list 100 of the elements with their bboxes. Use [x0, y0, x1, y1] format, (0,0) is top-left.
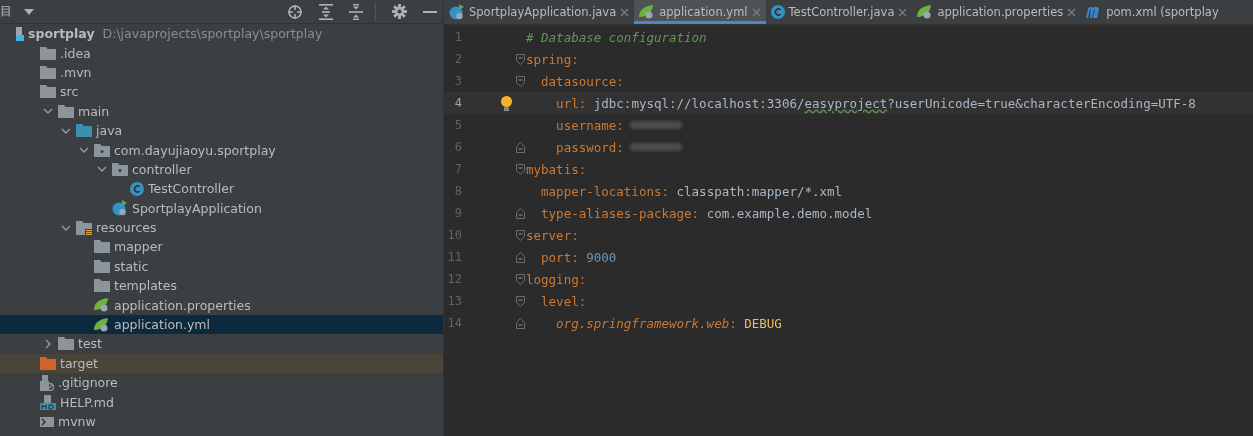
item-name: resources: [96, 220, 157, 236]
class-icon: [770, 5, 785, 19]
tree-item[interactable]: application.yml: [0, 314, 443, 335]
spring-leaf-icon: [917, 5, 934, 19]
markdown-file-icon: [40, 394, 56, 410]
folder-icon: [94, 279, 110, 293]
fold-end-icon[interactable]: [515, 141, 525, 153]
line-number: 6: [453, 140, 462, 154]
folder-icon: [94, 259, 110, 273]
line-number: 5: [453, 118, 462, 132]
fold-end-icon[interactable]: [515, 251, 525, 263]
tree-item[interactable]: src: [0, 82, 443, 102]
line-number: 3: [453, 74, 462, 88]
code-line: server:: [526, 227, 579, 243]
line-number: 7: [453, 162, 462, 176]
item-name: java: [96, 123, 123, 139]
item-path: D:\javaprojects\sportplay\sportplay: [102, 26, 323, 42]
editor-tab[interactable]: pom.xml (sportplay: [1081, 0, 1224, 24]
dropdown-caret-icon[interactable]: [24, 8, 34, 15]
editor-tab[interactable]: SportplayApplication.java: [444, 0, 635, 24]
fold-start-icon[interactable]: [515, 163, 525, 175]
collapse-all-icon[interactable]: [349, 3, 363, 20]
item-name: .gitignore: [58, 375, 118, 391]
close-icon[interactable]: [620, 7, 630, 17]
panel-title: 目: [0, 3, 12, 20]
item-name: .mvn: [60, 64, 92, 80]
spring-leaf-icon: [639, 5, 656, 19]
item-name: test: [78, 336, 102, 352]
tree-item[interactable]: .gitignore: [0, 373, 443, 393]
code-line: spring:: [526, 51, 579, 67]
tree-item[interactable]: static: [0, 256, 443, 277]
code-line: username:: [555, 117, 624, 133]
script-file-icon: [40, 416, 54, 427]
package-icon: [94, 143, 110, 157]
folder-icon: [58, 104, 74, 118]
folder-icon: [76, 124, 92, 138]
minimize-icon[interactable]: [423, 10, 437, 13]
item-name: controller: [132, 161, 192, 177]
item-name: sportplay: [28, 26, 95, 42]
tree-item[interactable]: .idea: [0, 43, 443, 63]
item-name: main: [78, 103, 110, 119]
close-icon[interactable]: [898, 7, 908, 17]
code-line: port: 9000: [540, 249, 617, 265]
line-number: 13: [446, 294, 462, 308]
lightbulb-icon[interactable]: [501, 95, 512, 111]
item-name: com.dayujiaoyu.sportplay: [114, 142, 276, 158]
chevron-right-icon[interactable]: [43, 338, 53, 349]
item-name: mvnw: [58, 414, 96, 429]
tree-item[interactable]: mapper: [0, 237, 443, 257]
tree-item[interactable]: mvnw: [0, 411, 443, 432]
line-number: 10: [446, 228, 462, 242]
tree-item[interactable]: target: [0, 353, 443, 374]
editor-tab[interactable]: TestController.java: [765, 0, 913, 24]
close-icon[interactable]: [751, 7, 761, 17]
tree-item[interactable]: application.properties: [0, 295, 443, 315]
tree-item[interactable]: com.dayujiaoyu.sportplay: [0, 140, 443, 160]
tree-item[interactable]: templates: [0, 276, 443, 296]
code-line: level:: [540, 293, 587, 309]
tree-item[interactable]: resources: [0, 217, 443, 238]
spring-leaf-icon: [94, 317, 110, 332]
code-line: # Database configuration: [526, 29, 707, 45]
code-line: password:: [555, 139, 624, 155]
fold-start-icon[interactable]: [515, 229, 525, 241]
line-number: 8: [453, 184, 462, 198]
resources-folder-icon: [76, 220, 92, 235]
line-number: 9: [453, 206, 462, 220]
line-number: 11: [446, 250, 462, 264]
item-name: mapper: [114, 239, 163, 255]
fold-start-icon[interactable]: [515, 273, 525, 285]
tree-item[interactable]: main: [0, 101, 443, 121]
item-name: SportplayApplication: [132, 200, 262, 216]
tree-item[interactable]: SportplayApplication: [0, 198, 443, 218]
folder-icon: [40, 46, 56, 60]
tree-item[interactable]: sportplay D:\javaprojects\sportplay\sportplay: [0, 24, 443, 44]
fold-end-icon[interactable]: [515, 317, 525, 329]
spring-class-icon: [112, 200, 128, 217]
line-number: 4: [453, 96, 462, 110]
tree-item[interactable]: HELP.md: [0, 392, 443, 412]
fold-start-icon[interactable]: [515, 53, 525, 65]
code-line: type-aliases-package: com.example.demo.model: [540, 205, 873, 221]
item-name: TestController: [148, 181, 235, 197]
expand-all-icon[interactable]: [319, 3, 333, 20]
fold-start-icon[interactable]: [515, 295, 525, 307]
line-number: 1: [453, 30, 462, 44]
close-icon[interactable]: [1067, 7, 1077, 17]
settings-icon[interactable]: [392, 4, 407, 19]
code-line: logging:: [526, 271, 587, 287]
fold-end-icon[interactable]: [515, 207, 525, 219]
editor-tab[interactable]: application.properties: [912, 0, 1082, 24]
locate-icon[interactable]: [287, 3, 303, 20]
fold-start-icon[interactable]: [515, 75, 525, 87]
tree-item[interactable]: test: [0, 334, 443, 354]
tree-item[interactable]: TestController: [0, 179, 443, 199]
tree-item[interactable]: .mvn: [0, 62, 443, 83]
item-name: HELP.md: [60, 394, 114, 410]
tree-item[interactable]: controller: [0, 159, 443, 180]
code-line: datasource:: [540, 73, 624, 89]
code-line: org.springframework.web: DEBUG: [555, 315, 782, 331]
editor-tab[interactable]: application.yml: [634, 0, 766, 24]
tree-item[interactable]: java: [0, 120, 443, 141]
